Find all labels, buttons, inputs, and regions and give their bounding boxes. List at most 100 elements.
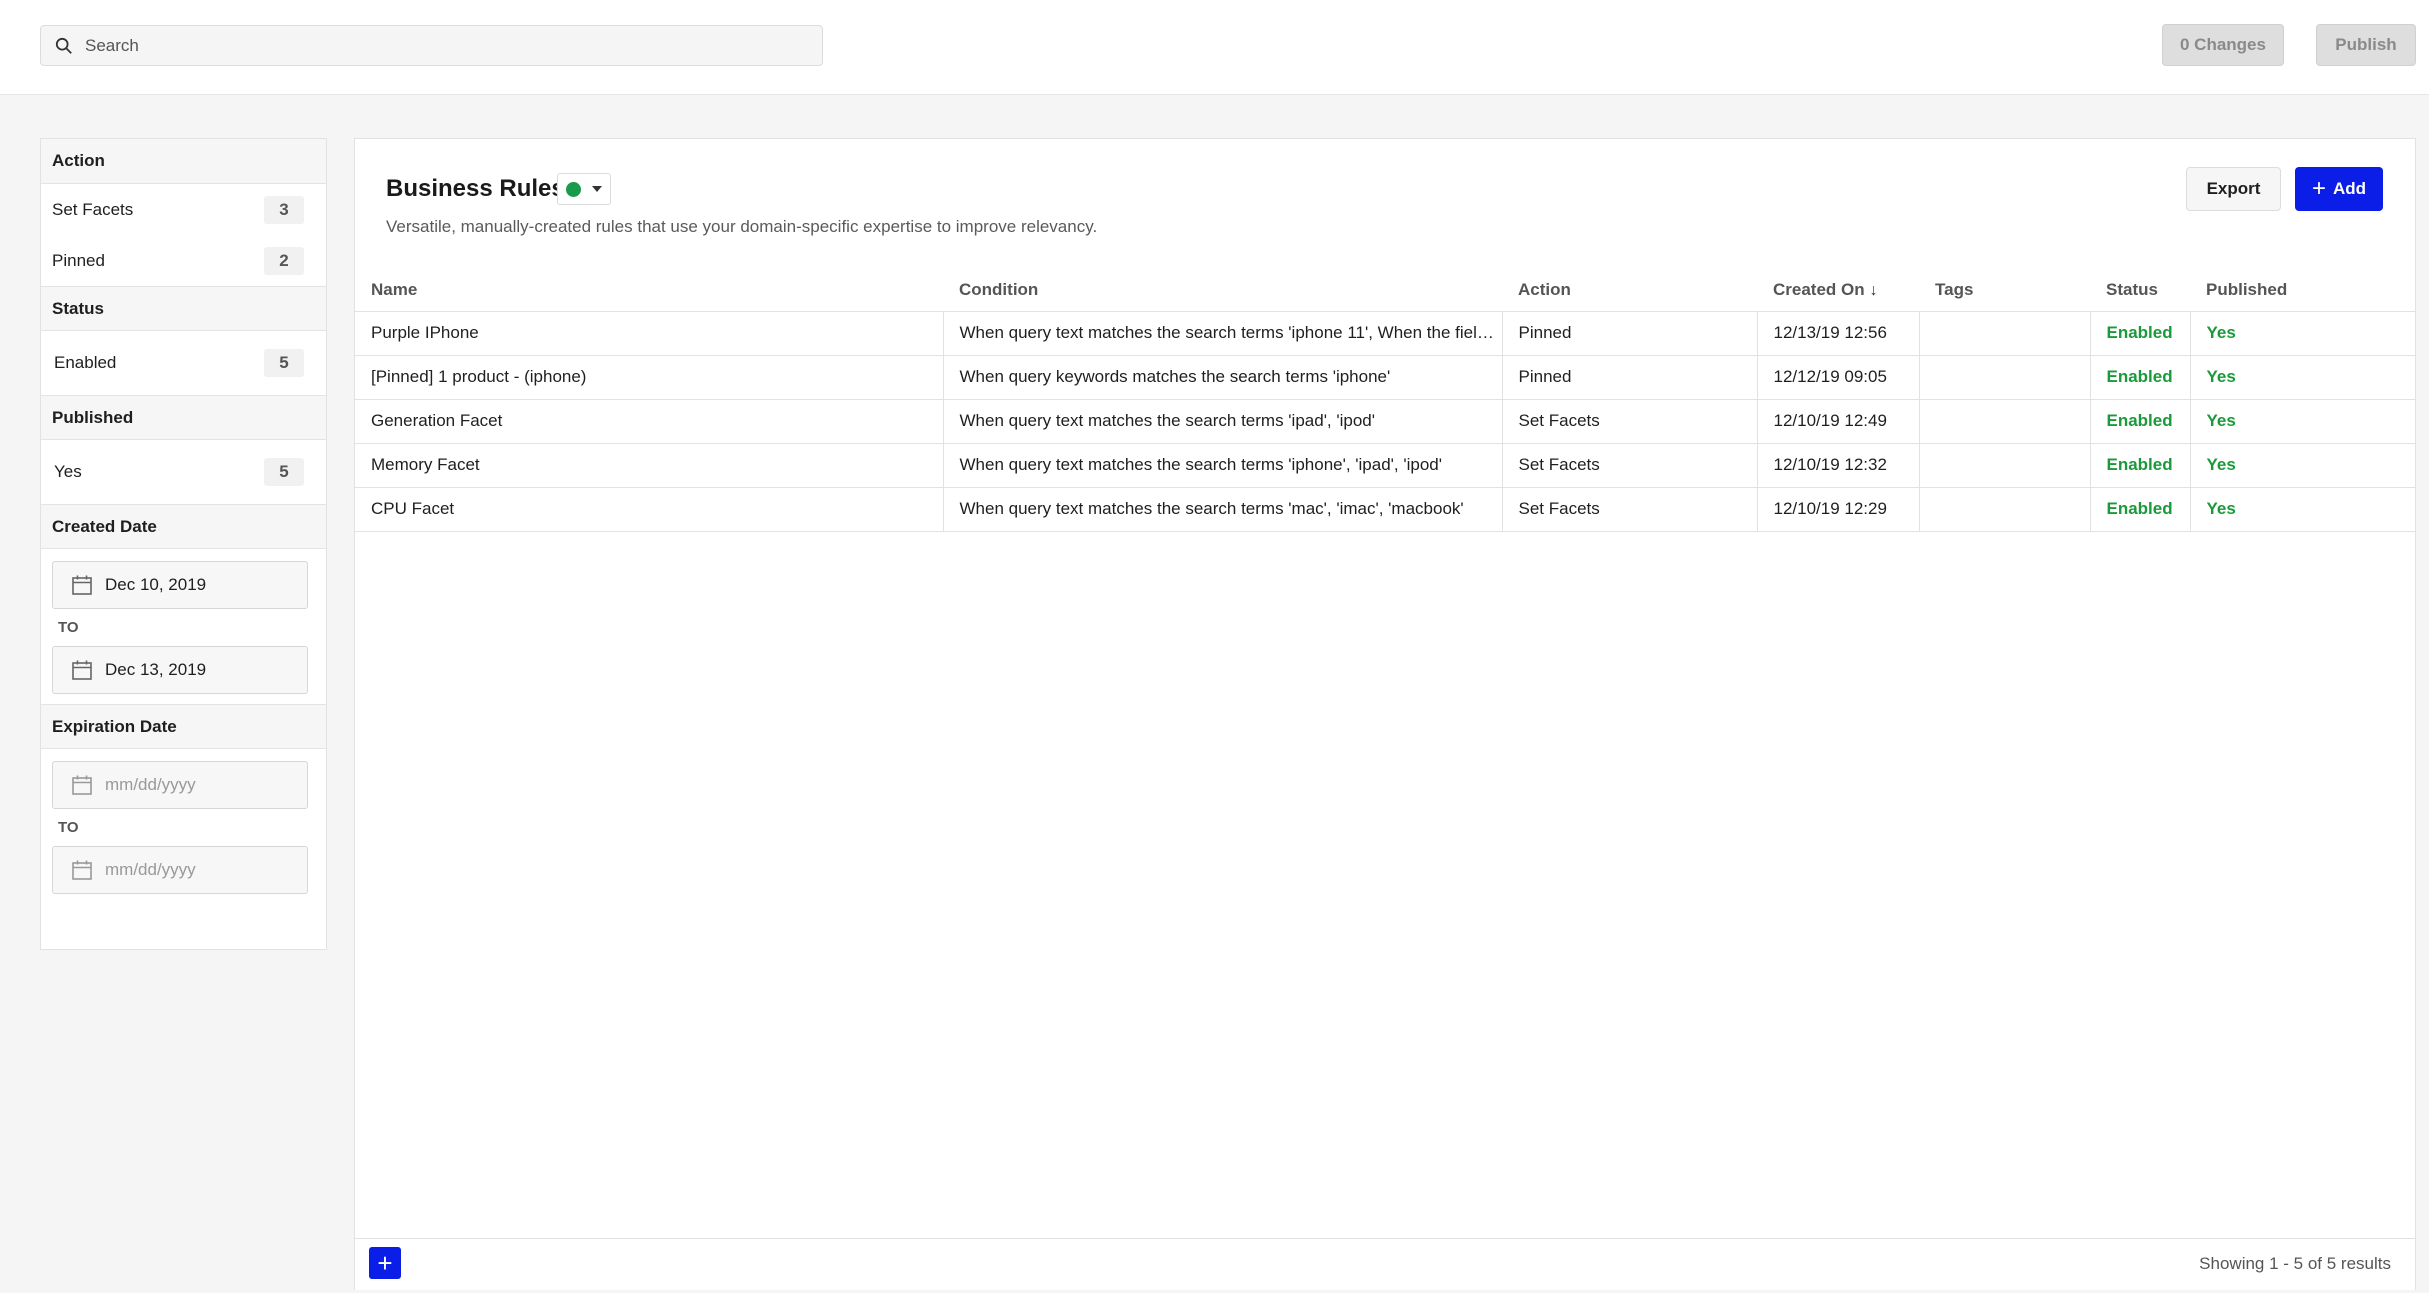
calendar-icon [72, 575, 92, 595]
rule-created-on: 12/12/19 09:05 [1756, 355, 1919, 400]
results-count: Showing 1 - 5 of 5 results [2199, 1254, 2391, 1273]
rule-tags [1918, 443, 2090, 488]
expiration-date-heading: Expiration Date [41, 704, 326, 749]
page-subtitle: Versatile, manually-created rules that u… [386, 217, 1098, 236]
table-footer: + Showing 1 - 5 of 5 results [355, 1238, 2415, 1290]
search-icon [55, 37, 72, 54]
column-header-name[interactable]: Name [355, 269, 943, 312]
add-label: Add [2332, 179, 2367, 198]
facet-status-enabled[interactable]: Enabled 5 [41, 331, 326, 395]
rule-action: Set Facets [1501, 487, 1757, 532]
expiration-from-input[interactable] [105, 775, 295, 795]
rule-condition: When query text matches the search terms… [942, 399, 1502, 444]
calendar-icon [72, 860, 92, 880]
search-box[interactable] [40, 25, 823, 66]
rule-name[interactable]: Purple IPhone [355, 311, 943, 356]
rule-condition: When query text matches the search terms… [942, 443, 1502, 488]
status-dropdown[interactable] [557, 173, 611, 205]
facet-action-pinned[interactable]: Pinned 2 [41, 235, 326, 286]
published-filter-heading: Published [41, 395, 326, 440]
rule-status: Enabled [2089, 443, 2190, 488]
rule-created-on: 12/13/19 12:56 [1756, 311, 1919, 356]
plus-icon: + [2311, 175, 2326, 202]
column-header-created-on[interactable]: Created On ↓ [1757, 269, 1919, 312]
column-header-condition[interactable]: Condition [943, 269, 1502, 312]
facet-count: 5 [264, 349, 304, 377]
rule-published: Yes [2189, 443, 2415, 488]
rule-action: Set Facets [1501, 399, 1757, 444]
created-to-date-field[interactable] [52, 646, 308, 694]
calendar-icon [72, 660, 92, 680]
publish-button[interactable]: Publish [2316, 24, 2416, 66]
table-row[interactable]: Purple IPhone When query text matches th… [355, 311, 2415, 356]
table-row[interactable]: Memory Facet When query text matches the… [355, 443, 2415, 488]
column-label: Created On [1773, 279, 1865, 299]
rule-created-on: 12/10/19 12:49 [1756, 399, 1919, 444]
facet-published-yes[interactable]: Yes 5 [41, 440, 326, 504]
column-header-status[interactable]: Status [2090, 269, 2190, 312]
search-input[interactable] [85, 35, 785, 56]
rule-status: Enabled [2089, 355, 2190, 400]
created-to-input[interactable] [105, 660, 295, 680]
rule-condition: When query keywords matches the search t… [942, 355, 1502, 400]
expiration-date-range: TO [41, 749, 326, 904]
created-date-range: TO [41, 549, 326, 704]
column-header-tags[interactable]: Tags [1919, 269, 2090, 312]
facet-label: Enabled [54, 353, 117, 372]
chevron-down-icon [592, 186, 602, 192]
calendar-icon [72, 775, 92, 795]
facet-label: Pinned [52, 250, 105, 270]
rule-name[interactable]: Generation Facet [355, 399, 943, 444]
rules-panel: Business Rules Versatile, manually-creat… [354, 138, 2416, 1290]
facet-label: Set Facets [52, 199, 134, 219]
column-header-published[interactable]: Published [2190, 269, 2415, 312]
action-filter-heading: Action [41, 139, 326, 184]
table-row[interactable]: CPU Facet When query text matches the se… [355, 487, 2415, 532]
rule-action: Pinned [1501, 355, 1757, 400]
rule-name[interactable]: Memory Facet [355, 443, 943, 488]
expiration-to-input[interactable] [105, 860, 295, 880]
facet-count: 3 [264, 195, 304, 224]
rule-status: Enabled [2089, 487, 2190, 532]
rule-published: Yes [2189, 311, 2415, 356]
column-header-action[interactable]: Action [1502, 269, 1757, 312]
date-to-label: TO [58, 619, 79, 636]
table-row[interactable]: [Pinned] 1 product - (iphone) When query… [355, 355, 2415, 400]
footer-add-button[interactable]: + [369, 1247, 401, 1279]
expiration-to-date-field[interactable] [52, 846, 308, 894]
rule-status: Enabled [2089, 311, 2190, 356]
table-header-row: Name Condition Action Created On ↓ Tags S… [355, 269, 2415, 312]
rule-action: Set Facets [1501, 443, 1757, 488]
facet-count: 5 [264, 458, 304, 486]
filter-sidebar: Action Set Facets 3 Pinned 2 Status Enab… [40, 138, 327, 950]
rule-condition: When query text matches the search terms… [942, 311, 1502, 356]
rule-published: Yes [2189, 487, 2415, 532]
rule-tags [1918, 311, 2090, 356]
created-date-heading: Created Date [41, 504, 326, 549]
rule-tags [1918, 487, 2090, 532]
page-title: Business Rules [386, 175, 565, 202]
rules-table: Name Condition Action Created On ↓ Tags S… [355, 269, 2415, 532]
rule-created-on: 12/10/19 12:29 [1756, 487, 1919, 532]
rule-status: Enabled [2089, 399, 2190, 444]
rule-name[interactable]: CPU Facet [355, 487, 943, 532]
status-dot-icon [566, 181, 581, 197]
rule-tags [1918, 355, 2090, 400]
created-from-input[interactable] [105, 575, 295, 595]
facet-label: Yes [54, 462, 82, 481]
rule-published: Yes [2189, 399, 2415, 444]
top-bar: 0 Changes Publish [0, 0, 2429, 95]
export-button[interactable]: Export [2186, 167, 2281, 211]
changes-button[interactable]: 0 Changes [2162, 24, 2284, 66]
rule-created-on: 12/10/19 12:32 [1756, 443, 1919, 488]
facet-count: 2 [264, 246, 304, 275]
created-from-date-field[interactable] [52, 561, 308, 609]
table-row[interactable]: Generation Facet When query text matches… [355, 399, 2415, 444]
sort-descending-icon: ↓ [1869, 281, 1878, 299]
date-to-label: TO [58, 819, 79, 836]
facet-action-set-facets[interactable]: Set Facets 3 [41, 184, 326, 235]
expiration-from-date-field[interactable] [52, 761, 308, 809]
add-rule-button[interactable]: + Add [2295, 167, 2383, 211]
rule-name[interactable]: [Pinned] 1 product - (iphone) [355, 355, 943, 400]
rule-condition: When query text matches the search terms… [942, 487, 1502, 532]
